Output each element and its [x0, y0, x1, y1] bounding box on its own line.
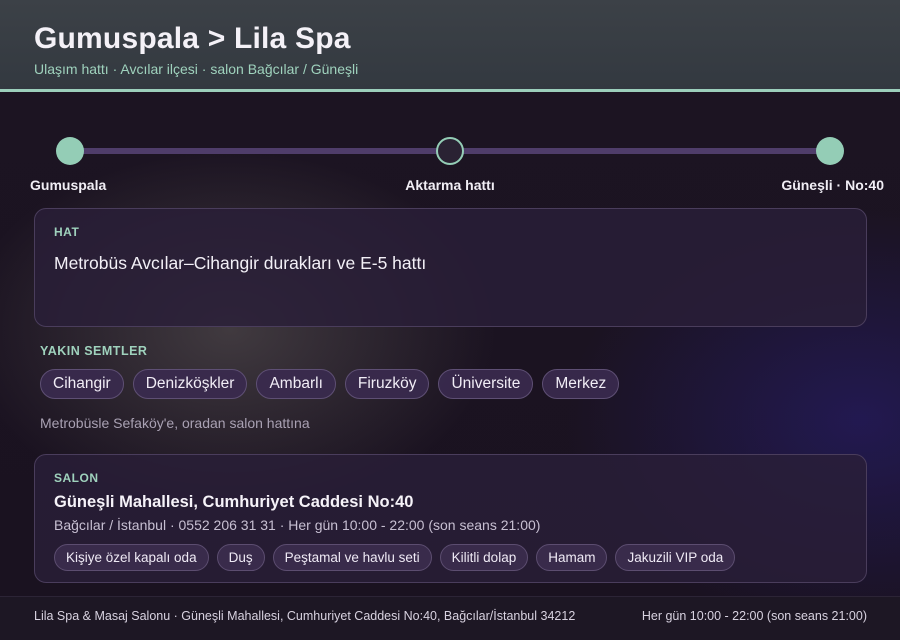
- route-note: Metrobüsle Sefaköy'e, oradan salon hattı…: [40, 415, 310, 431]
- route-transfer-node: [436, 137, 464, 165]
- line-description: Metrobüs Avcılar–Cihangir durakları ve E…: [54, 253, 427, 273]
- page-title: Gumuspala > Lila Spa: [34, 22, 351, 55]
- amenity-tag: Kişiye özel kapalı oda: [54, 544, 209, 571]
- page-footer: Lila Spa & Masaj Salonu · Güneşli Mahall…: [0, 596, 900, 640]
- route-end-node: [816, 137, 844, 165]
- nearby-chip-list: Cihangir Denizköşkler Ambarlı Firuzköy Ü…: [40, 369, 620, 399]
- salon-card: SALON Güneşli Mahallesi, Cumhuriyet Cadd…: [34, 454, 867, 583]
- nearby-title: YAKIN SEMTLER: [40, 344, 148, 358]
- page-subtitle: Ulaşım hattı · Avcılar ilçesi · salon Ba…: [34, 61, 359, 77]
- amenity-tag: Jakuzili VIP oda: [615, 544, 736, 571]
- nearby-chip[interactable]: Merkez: [542, 369, 620, 399]
- route-start-label: Gumuspala: [30, 177, 107, 193]
- amenity-tag: Duş: [216, 544, 265, 571]
- route-end-label: Güneşli · No:40: [781, 177, 884, 193]
- footer-hours: Her gün 10:00 - 22:00 (son seans 21:00): [641, 609, 867, 623]
- salon-card-kicker: SALON: [54, 471, 99, 485]
- nearby-chip[interactable]: Ambarlı: [256, 369, 336, 399]
- route-start-node: [56, 137, 84, 165]
- salon-details: Bağcılar / İstanbul · 0552 206 31 31 · H…: [54, 517, 541, 533]
- amenity-tag: Kilitli dolap: [439, 544, 529, 571]
- nearby-chip[interactable]: Firuzköy: [344, 369, 430, 399]
- salon-address: Güneşli Mahallesi, Cumhuriyet Caddesi No…: [54, 493, 414, 511]
- nearby-chip[interactable]: Üniversite: [438, 369, 534, 399]
- amenity-tag: Peştamal ve havlu seti: [272, 544, 432, 571]
- nearby-chip[interactable]: Denizköşkler: [132, 369, 248, 399]
- amenity-list: Kişiye özel kapalı oda Duş Peştamal ve h…: [54, 544, 736, 571]
- route-transfer-label: Aktarma hattı: [405, 177, 495, 193]
- page-header: Gumuspala > Lila Spa Ulaşım hattı · Avcı…: [0, 0, 900, 92]
- line-card-kicker: HAT: [54, 225, 80, 239]
- nearby-chip[interactable]: Cihangir: [40, 369, 124, 399]
- line-card: HAT Metrobüs Avcılar–Cihangir durakları …: [34, 208, 867, 327]
- footer-address: Lila Spa & Masaj Salonu · Güneşli Mahall…: [34, 609, 576, 623]
- amenity-tag: Hamam: [536, 544, 608, 571]
